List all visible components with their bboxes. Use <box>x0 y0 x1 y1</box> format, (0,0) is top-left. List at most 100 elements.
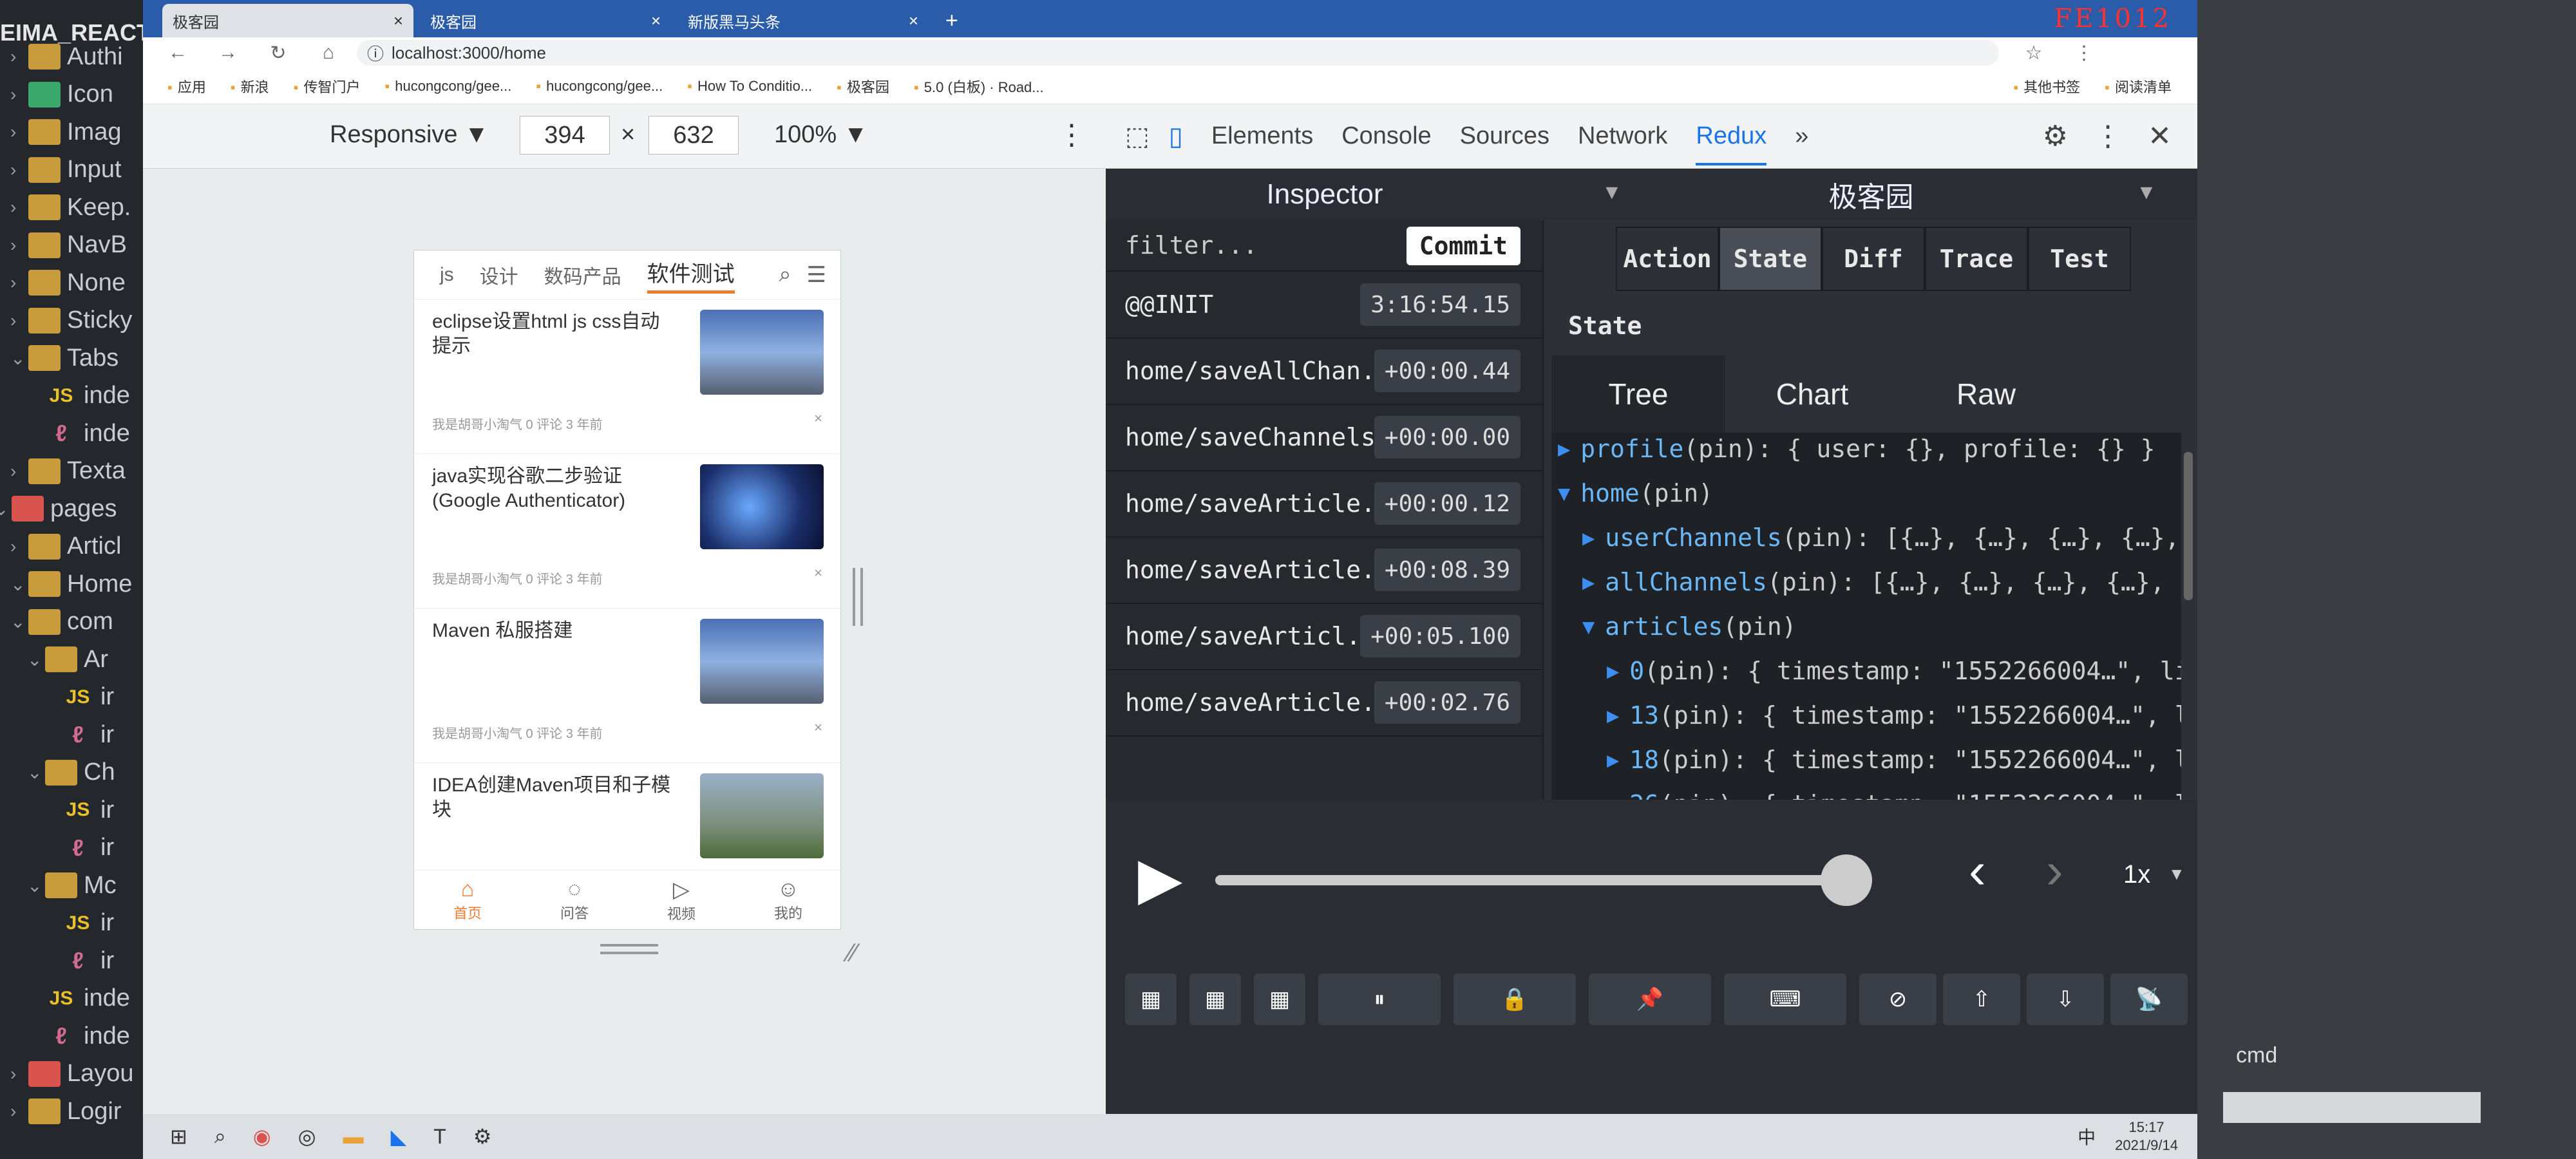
expanded-icon[interactable]: ▼ <box>1558 481 1570 505</box>
bookmark-item[interactable]: hucongcong/gee... <box>384 78 511 95</box>
explorer-item[interactable]: ⌄ pages <box>0 491 117 527</box>
explorer-item[interactable]: ⌄ Mc <box>27 867 117 903</box>
mode-diff[interactable]: Diff <box>1822 227 1925 291</box>
slider-toggle-icon[interactable]: ⊘ <box>1859 974 1937 1025</box>
article-item[interactable]: java实现谷歌二步验证 (Google Authenticator) 我是胡哥… <box>414 454 840 608</box>
channel-tab[interactable]: 数码产品 <box>544 261 621 289</box>
channel-tab[interactable]: 设计 <box>480 261 518 289</box>
tab-video[interactable]: ▷ 视频 <box>667 877 696 923</box>
bookmark-item[interactable]: 5.0 (白板) · Road... <box>914 76 1044 97</box>
bookmark-item[interactable]: 其他书签 <box>2013 76 2080 97</box>
explorer-item[interactable]: › Logir <box>10 1093 122 1129</box>
commit-button[interactable]: Commit <box>1406 227 1520 265</box>
explorer-item[interactable]: › Input <box>10 152 122 188</box>
speed-select[interactable]: 1x <box>2123 860 2150 889</box>
explorer-item[interactable]: JS inde <box>27 981 130 1017</box>
state-node[interactable]: ▶ userChannels (pin): [{…}, {…}, {…}, {…}… <box>1582 515 2180 560</box>
explorer-item[interactable]: JS inde <box>27 378 130 414</box>
view-chart[interactable]: Chart <box>1725 355 1899 433</box>
close-icon[interactable]: × <box>909 11 918 31</box>
responsive-dropdown[interactable]: Responsive ▼ <box>330 121 489 149</box>
explorer-item[interactable]: › Layou <box>10 1056 134 1092</box>
explorer-item[interactable]: › Articl <box>10 529 121 565</box>
vscode-icon[interactable]: ◣ <box>391 1124 407 1149</box>
chevron-down-icon[interactable]: ▼ <box>2168 864 2185 884</box>
tab-profile[interactable]: ☺ 我的 <box>774 877 802 923</box>
back-icon[interactable]: ← <box>162 42 193 64</box>
kebab-icon[interactable]: ⋮ <box>2094 120 2122 153</box>
bookmark-item[interactable]: 传智门户 <box>294 76 360 97</box>
settings-icon[interactable]: ⚙ <box>2043 120 2068 153</box>
explorer-item[interactable]: › Sticky <box>10 303 132 339</box>
typora-icon[interactable]: T <box>433 1125 446 1149</box>
prev-icon[interactable]: ‹ <box>1969 841 1986 900</box>
channel-tab[interactable]: js <box>440 264 454 286</box>
explorer-item[interactable]: ℓ ir <box>44 830 114 866</box>
explorer-item[interactable]: JS ir <box>44 792 114 828</box>
state-node[interactable]: ▶ allChannels (pin): [{…}, {…}, {…}, {…}, <box>1582 560 2165 605</box>
mode-trace[interactable]: Trace <box>1925 227 2028 291</box>
state-node[interactable]: ▶ profile (pin): { user: {}, profile: {} … <box>1558 433 2155 471</box>
inspector-title[interactable]: Inspector <box>1106 169 1544 220</box>
resize-corner-icon[interactable]: ⁄⁄ <box>848 939 857 968</box>
collapsed-icon[interactable]: ▶ <box>1582 525 1595 550</box>
action-item[interactable]: home/saveArticle... +00:00.12 <box>1106 471 1544 538</box>
tab-home[interactable]: ⌂ 首页 <box>453 877 482 923</box>
collapsed-icon[interactable]: ▶ <box>1558 437 1570 461</box>
tab-network[interactable]: Network <box>1578 122 1667 150</box>
mode-action[interactable]: Action <box>1616 227 1719 291</box>
lock-icon[interactable]: 🔒 <box>1454 974 1576 1025</box>
action-item[interactable]: @@INIT 3:16:54.15 <box>1106 272 1544 339</box>
explorer-item[interactable]: › Texta <box>10 453 126 489</box>
inspector-icon[interactable]: ▦ <box>1189 974 1241 1025</box>
resize-handle-right[interactable] <box>853 568 863 626</box>
reload-icon[interactable]: ↻ <box>263 42 294 64</box>
expanded-icon[interactable]: ▼ <box>1582 614 1595 639</box>
action-item[interactable]: home/saveArticle... +00:08.39 <box>1106 537 1544 604</box>
chart-monitor-icon[interactable]: ▦ <box>1254 974 1305 1025</box>
browser-tab-1[interactable]: 极客园 × <box>162 4 413 37</box>
explorer-item[interactable]: › NavB <box>10 227 127 263</box>
play-icon[interactable]: ▶ <box>1138 845 1182 912</box>
remote-icon[interactable]: 📡 <box>2110 974 2188 1025</box>
state-node[interactable]: ▼ home (pin) <box>1558 471 1713 516</box>
resize-handle-bottom[interactable] <box>600 944 658 954</box>
log-monitor-icon[interactable]: ▦ <box>1125 974 1177 1025</box>
bookmark-item[interactable]: hucongcong/gee... <box>536 78 663 95</box>
explorer-item[interactable]: JS ir <box>44 679 114 715</box>
state-node[interactable]: ▶ 13 (pin): { timestamp: "1552266004…", l… <box>1607 693 2195 738</box>
tab-console[interactable]: Console <box>1341 122 1431 150</box>
view-tree[interactable]: Tree <box>1551 355 1725 433</box>
explorer-item[interactable]: ⌄ Tabs <box>10 340 118 376</box>
explorer-item[interactable]: ℓ ir <box>44 717 114 753</box>
bookmark-item[interactable]: 极客园 <box>837 76 889 97</box>
pause-recording-icon[interactable]: ⏸ <box>1318 974 1441 1025</box>
explorer-item[interactable]: › None <box>10 265 126 301</box>
article-item[interactable]: eclipse设置html js css自动提示 我是胡哥小淘气 0 评论 3 … <box>414 299 840 454</box>
browser-tab-2[interactable]: 极客园 × <box>420 4 671 37</box>
tab-qa[interactable]: ◌ 问答 <box>560 877 589 923</box>
export-icon[interactable]: ⇧ <box>1943 974 2020 1025</box>
tab-elements[interactable]: Elements <box>1211 122 1313 150</box>
close-icon[interactable]: × <box>651 11 661 31</box>
star-icon[interactable]: ☆ <box>2018 42 2049 64</box>
dispatcher-icon[interactable]: ⌨ <box>1724 974 1846 1025</box>
bookmark-item[interactable]: 新浪 <box>231 76 269 97</box>
search-icon[interactable]: ⌕ <box>214 1124 226 1149</box>
store-title[interactable]: 极客园 <box>1545 169 2197 220</box>
filter-input[interactable]: filter... Commit <box>1106 220 1544 272</box>
home-icon[interactable]: ⌂ <box>313 42 344 64</box>
explorer-item[interactable]: ℓ ir <box>44 943 114 979</box>
article-item[interactable]: Maven 私服搭建 我是胡哥小淘气 0 评论 3 年前 × <box>414 608 840 763</box>
close-icon[interactable]: × <box>393 11 403 31</box>
zoom-dropdown[interactable]: 100% ▼ <box>774 121 867 149</box>
app-icon[interactable]: ◎ <box>298 1124 316 1149</box>
tab-sources[interactable]: Sources <box>1460 122 1549 150</box>
bookmark-item[interactable]: 应用 <box>167 76 206 97</box>
explorer-item[interactable]: › Authi <box>10 39 123 75</box>
explorer-item[interactable]: ⌄ com <box>10 604 113 640</box>
terminal-tab[interactable]: cmd <box>2236 1043 2277 1068</box>
timeline-slider[interactable] <box>1215 854 1872 906</box>
width-input[interactable]: 394 <box>520 116 610 155</box>
pin-icon[interactable]: 📌 <box>1589 974 1711 1025</box>
